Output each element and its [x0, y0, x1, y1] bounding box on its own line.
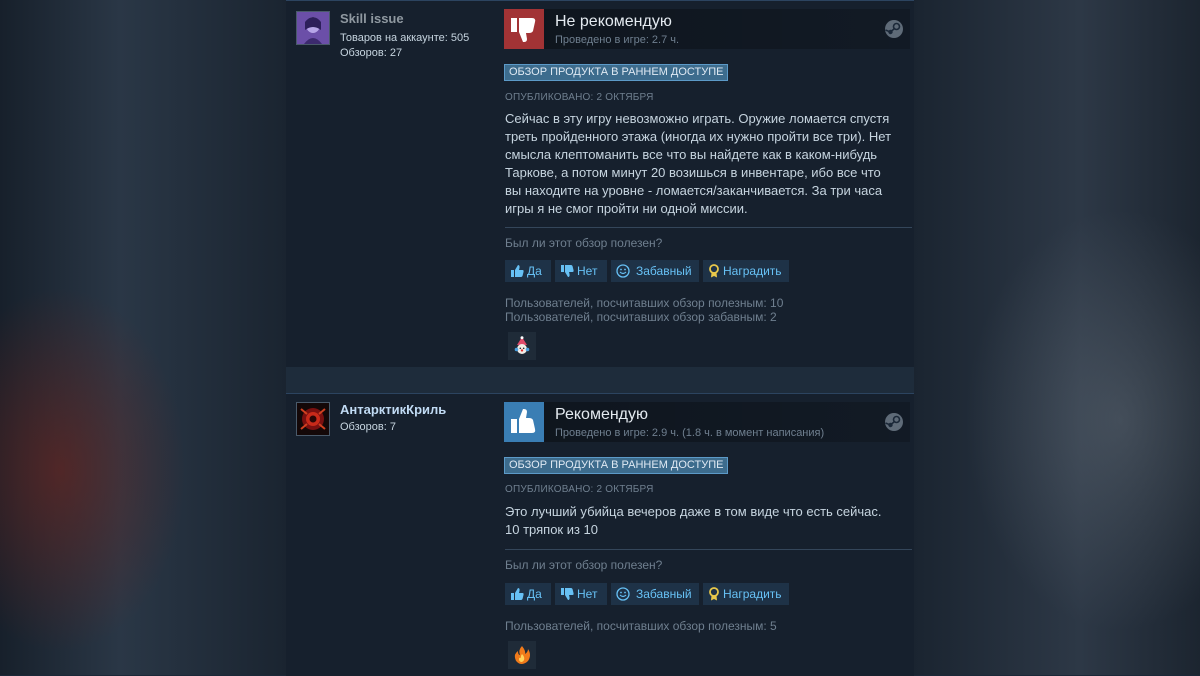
- review-verdict: Не рекомендую: [555, 13, 672, 30]
- posted-date: ОПУБЛИКОВАНО: 2 ОКТЯБРЯ: [505, 484, 654, 495]
- award-button[interactable]: Наградить: [703, 583, 789, 605]
- steam-icon: [884, 412, 904, 437]
- vote-yes-label: Да: [527, 264, 542, 278]
- award-icon: [709, 587, 719, 601]
- funny-count: Пользователей, посчитавших обзор забавны…: [505, 310, 777, 324]
- thumbs-up-icon: [511, 588, 524, 600]
- review-body-line: вы находите на уровне - ломается/заканчи…: [505, 183, 883, 198]
- playtime: Проведено в игре: 2.9 ч. (1.8 ч. в момен…: [555, 427, 825, 439]
- vote-yes-button[interactable]: Да: [505, 260, 551, 282]
- review-card: АнтарктикКриль Обзоров: 7 Рекомендую Про…: [286, 393, 914, 676]
- fire-award-icon[interactable]: [508, 641, 536, 669]
- vote-funny-label: Забавный: [636, 587, 692, 601]
- avatar[interactable]: [296, 402, 330, 436]
- thumbs-down-icon: [561, 265, 574, 277]
- vote-funny-button[interactable]: Забавный: [611, 583, 699, 605]
- review-body-line: игры я не смог пройти ни одной миссии.: [505, 201, 748, 216]
- thumbs-up-icon: [511, 265, 524, 277]
- review-header[interactable]: Рекомендую Проведено в игре: 2.9 ч. (1.8…: [504, 402, 910, 442]
- review-body-line: треть пройденного этажа (иногда их нужно…: [505, 129, 892, 144]
- thumbs-up-icon: [504, 402, 544, 442]
- award-icon: [709, 264, 719, 278]
- author-name[interactable]: АнтарктикКриль: [340, 402, 446, 417]
- helpful-question: Был ли этот обзор полезен?: [505, 558, 663, 572]
- review-body-line: 10 тряпок из 10: [505, 522, 599, 537]
- reviews-count[interactable]: Обзоров: 27: [340, 47, 402, 59]
- review-body-line: Сейчас в эту игру невозможно играть. Ору…: [505, 111, 890, 126]
- review-body: Это лучший убийца вечеров даже в том вид…: [505, 503, 905, 539]
- review-header[interactable]: Не рекомендую Проведено в игре: 2.7 ч.: [504, 9, 910, 49]
- avatar[interactable]: [296, 11, 330, 45]
- vote-no-label: Нет: [577, 587, 598, 601]
- thumbs-down-icon: [504, 9, 544, 49]
- award-label: Наградить: [723, 587, 782, 601]
- vote-no-button[interactable]: Нет: [555, 583, 607, 605]
- steam-icon: [884, 19, 904, 44]
- review-verdict: Рекомендую: [555, 406, 649, 423]
- review-body-line: Это лучший убийца вечеров даже в том вид…: [505, 504, 882, 519]
- review-body-line: Таркове, а потом минут 20 возишься в инв…: [505, 165, 881, 180]
- early-access-badge: ОБЗОР ПРОДУКТА В РАННЕМ ДОСТУПЕ: [504, 457, 729, 474]
- vote-yes-label: Да: [527, 587, 542, 601]
- reviews-column: Skill issue Товаров на аккаунте: 505 Обз…: [286, 0, 914, 676]
- early-access-badge: ОБЗОР ПРОДУКТА В РАННЕМ ДОСТУПЕ: [504, 64, 729, 81]
- vote-no-label: Нет: [577, 264, 598, 278]
- clown-award-icon[interactable]: [508, 332, 536, 360]
- helpful-count: Пользователей, посчитавших обзор полезны…: [505, 619, 777, 633]
- award-label: Наградить: [723, 264, 782, 278]
- vote-yes-button[interactable]: Да: [505, 583, 551, 605]
- helpful-count: Пользователей, посчитавших обзор полезны…: [505, 296, 784, 310]
- helpful-question: Был ли этот обзор полезен?: [505, 236, 663, 250]
- thumbs-down-icon: [561, 588, 574, 600]
- review-card: Skill issue Товаров на аккаунте: 505 Обз…: [286, 0, 914, 368]
- playtime: Проведено в игре: 2.7 ч.: [555, 34, 680, 46]
- posted-date: ОПУБЛИКОВАНО: 2 ОКТЯБРЯ: [505, 92, 654, 103]
- review-separator: [286, 367, 914, 393]
- vote-funny-label: Забавный: [636, 264, 692, 278]
- author-name[interactable]: Skill issue: [340, 11, 404, 26]
- products-count[interactable]: Товаров на аккаунте: 505: [340, 32, 469, 44]
- reviews-count[interactable]: Обзоров: 7: [340, 421, 396, 433]
- award-button[interactable]: Наградить: [703, 260, 789, 282]
- divider: [505, 227, 912, 228]
- vote-no-button[interactable]: Нет: [555, 260, 607, 282]
- vote-funny-button[interactable]: Забавный: [611, 260, 699, 282]
- smiley-icon: [616, 587, 630, 601]
- divider: [505, 549, 912, 550]
- review-body-line: смысла клептоманить все что вы найдете к…: [505, 147, 878, 162]
- smiley-icon: [616, 264, 630, 278]
- review-body: Сейчас в эту игру невозможно играть. Ору…: [505, 110, 905, 218]
